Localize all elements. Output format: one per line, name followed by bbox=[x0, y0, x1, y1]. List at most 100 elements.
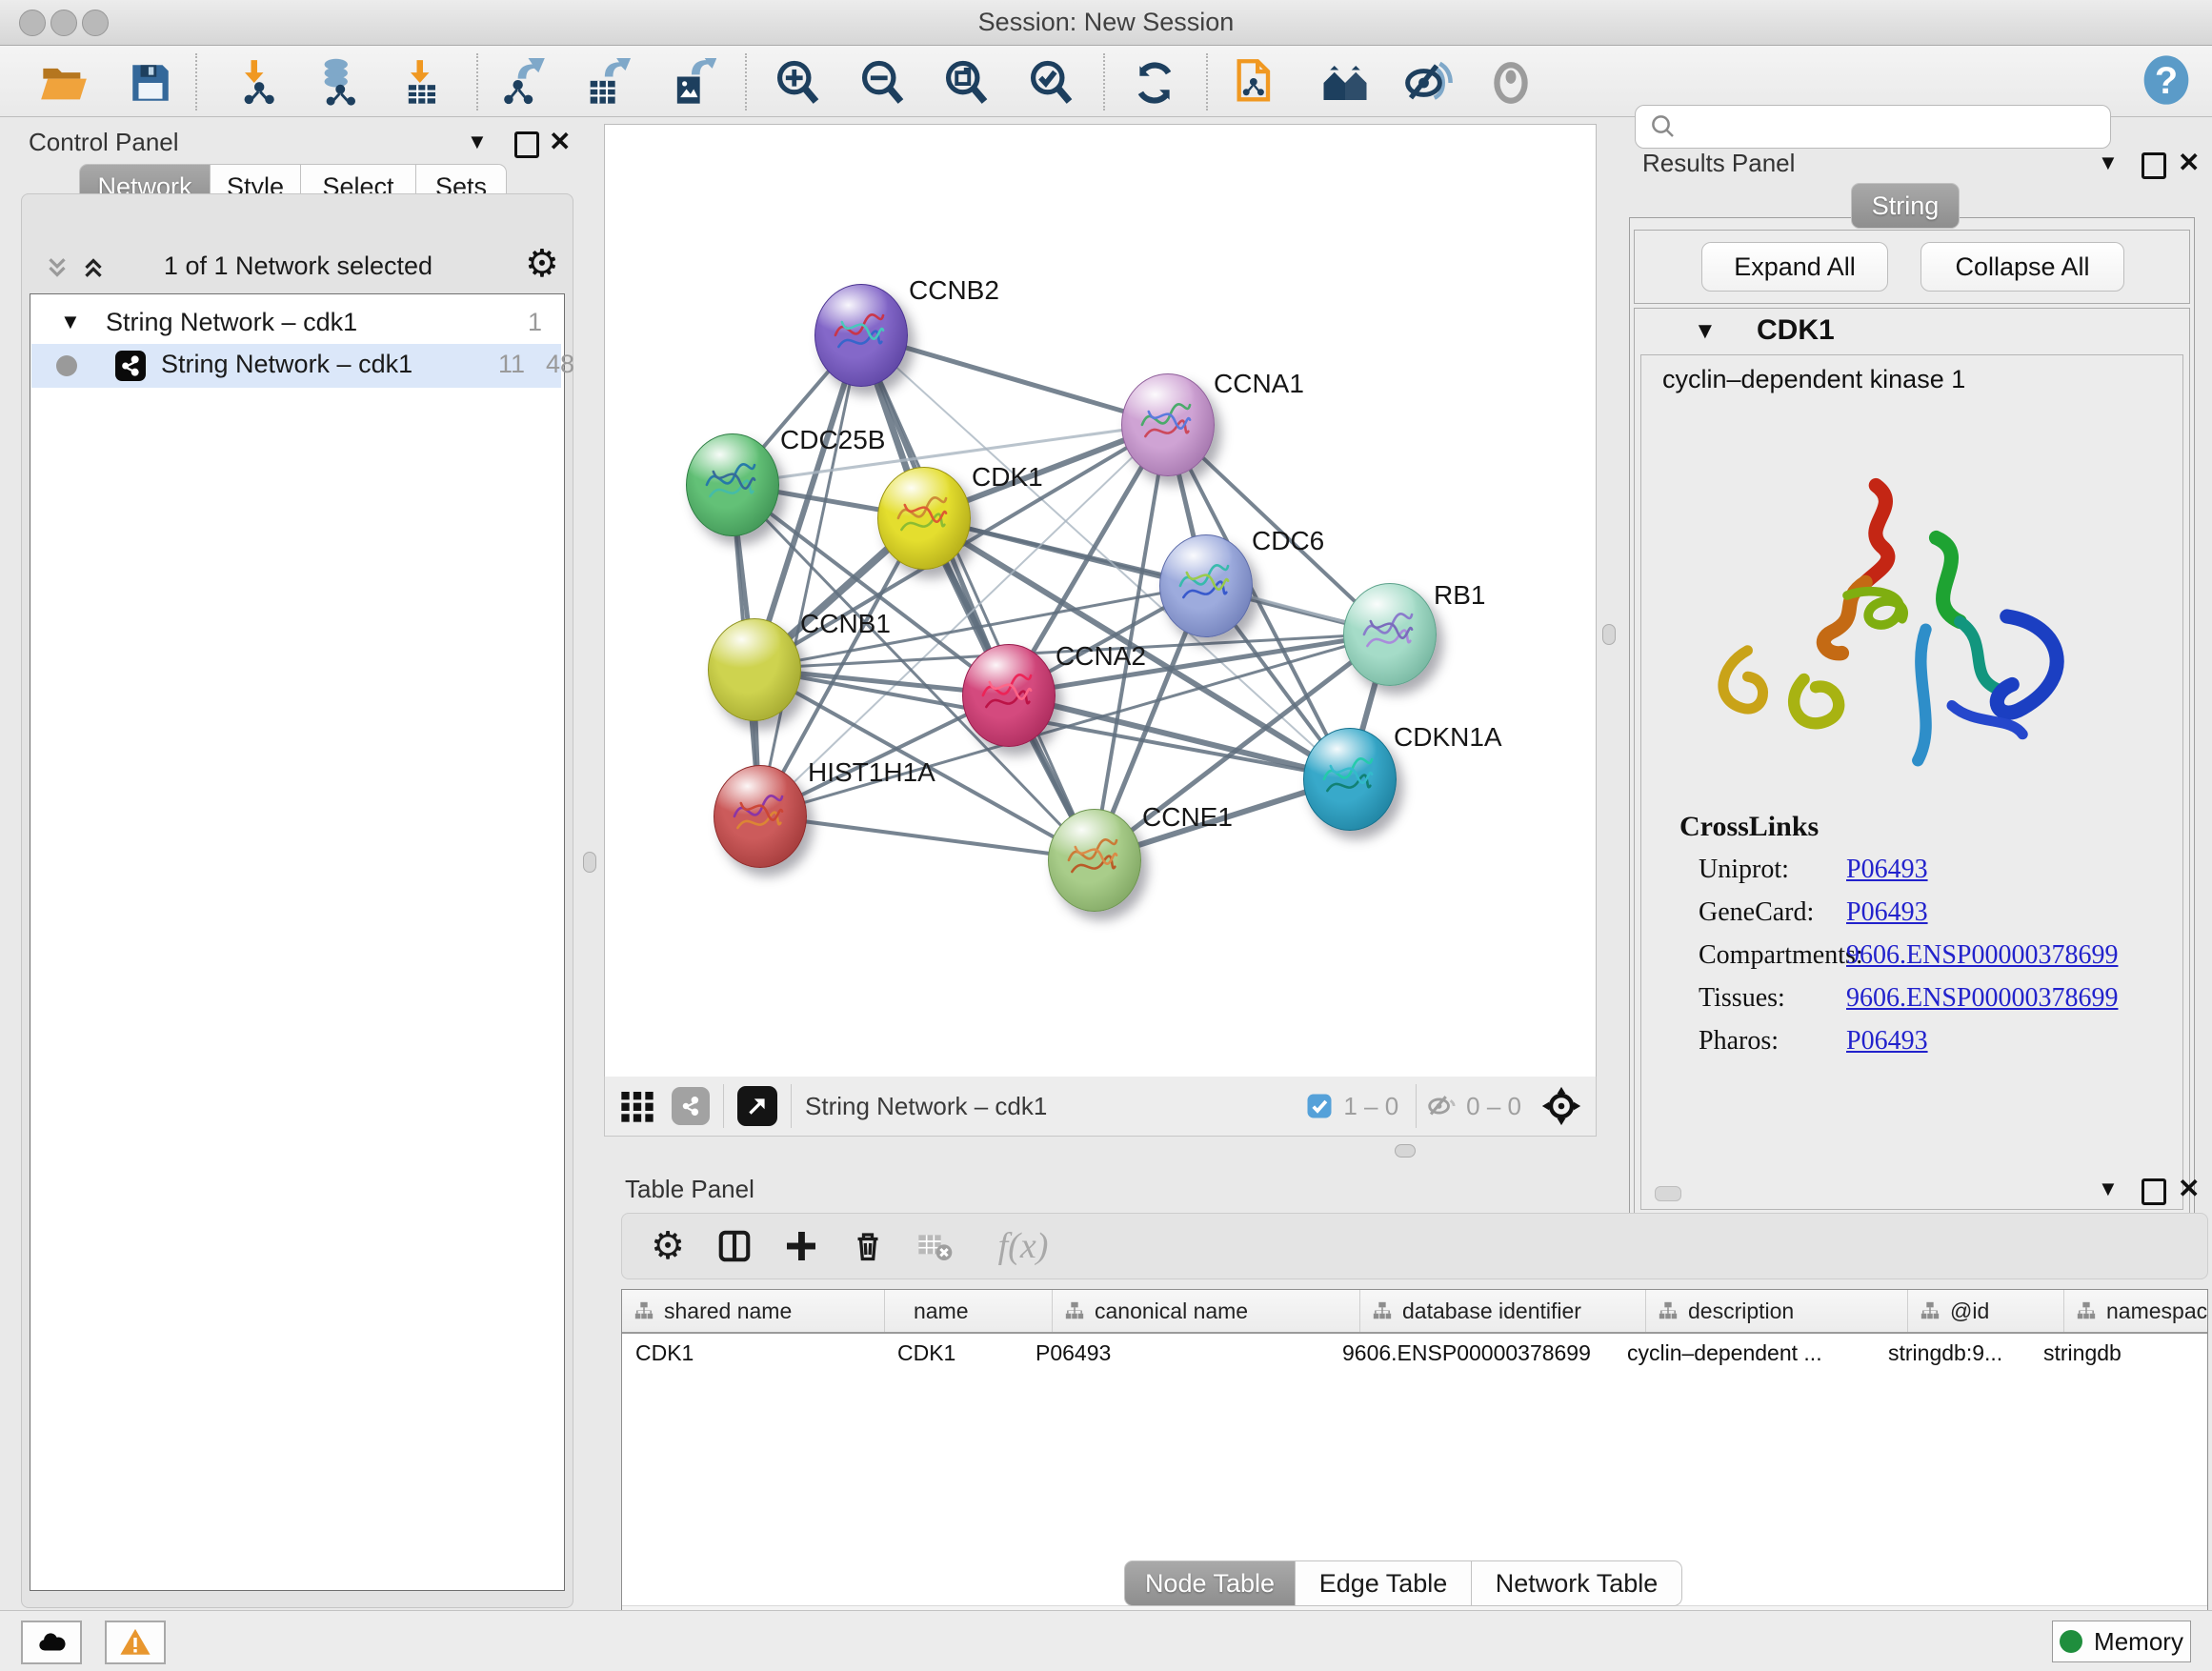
open-in-browser-icon[interactable] bbox=[1229, 56, 1282, 110]
control-panel-menu-icon[interactable]: ▼ bbox=[467, 130, 488, 154]
bottom-splitter-handle[interactable] bbox=[1395, 1144, 1416, 1158]
column-header-canonical-name[interactable]: canonical name bbox=[1053, 1290, 1360, 1332]
export-table-icon[interactable] bbox=[580, 56, 633, 110]
selected-checkbox-icon[interactable] bbox=[1305, 1092, 1334, 1120]
warning-button[interactable] bbox=[105, 1621, 166, 1664]
network-options-gear-icon[interactable]: ⚙ bbox=[525, 242, 559, 286]
string-view-icon[interactable] bbox=[672, 1087, 710, 1125]
table-cell[interactable]: CDK1 bbox=[884, 1334, 1022, 1372]
expand-all-icon[interactable] bbox=[79, 253, 108, 282]
tab-string[interactable]: String bbox=[1851, 183, 1960, 229]
entry-name: CDK1 bbox=[1757, 314, 1835, 347]
column-header-name[interactable]: name bbox=[885, 1290, 1053, 1332]
crosslink-value-link[interactable]: P06493 bbox=[1846, 855, 1928, 885]
network-edge[interactable] bbox=[759, 334, 860, 815]
zoom-out-icon[interactable] bbox=[855, 56, 909, 110]
crosslink-value-link[interactable]: 9606.ENSP00000378699 bbox=[1846, 940, 2118, 971]
home-icon[interactable] bbox=[1318, 56, 1372, 110]
network-collection-row[interactable]: ▼ String Network – cdk1 1 bbox=[31, 302, 561, 346]
network-node-ccnb1[interactable] bbox=[708, 618, 801, 721]
import-network-database-icon[interactable] bbox=[312, 56, 365, 110]
column-header-label: @id bbox=[1950, 1299, 1989, 1324]
column-header-description[interactable]: description bbox=[1646, 1290, 1908, 1332]
results-panel-close-icon[interactable]: ✕ bbox=[2178, 147, 2200, 178]
results-panel-float-icon[interactable] bbox=[2142, 152, 2166, 184]
table-panel-float-icon[interactable] bbox=[2142, 1178, 2166, 1210]
cdk1-entry: ▼ CDK1 cyclin–dependent kinase 1 bbox=[1634, 308, 2190, 1217]
collection-expander-icon[interactable]: ▼ bbox=[60, 310, 81, 334]
column-header--id[interactable]: @id bbox=[1908, 1290, 2064, 1332]
expand-all-button[interactable]: Expand All bbox=[1701, 242, 1888, 292]
network-edge[interactable] bbox=[759, 815, 1094, 859]
show-columns-icon[interactable] bbox=[714, 1225, 755, 1267]
open-session-icon[interactable] bbox=[37, 56, 90, 110]
network-node-hist1h1a[interactable] bbox=[714, 765, 807, 868]
table-cell[interactable]: 9606.ENSP00000378699 bbox=[1329, 1334, 1614, 1372]
expand-collapse-box: Expand All Collapse All bbox=[1634, 230, 2190, 304]
left-splitter-handle[interactable] bbox=[583, 852, 596, 873]
table-cell[interactable]: stringdb bbox=[2030, 1334, 2208, 1372]
refresh-icon[interactable] bbox=[1128, 56, 1181, 110]
network-canvas[interactable]: CCNB2CCNA1CDC25BCDK1CDC6RB1CCNB1CCNA2CDK… bbox=[604, 124, 1597, 1078]
network-node-cdk1[interactable] bbox=[877, 467, 971, 570]
column-header-namespace[interactable]: namespace bbox=[2064, 1290, 2208, 1332]
node-label-cdc6: CDC6 bbox=[1252, 526, 1324, 556]
collapse-all-button[interactable]: Collapse All bbox=[1920, 242, 2124, 292]
table-row[interactable]: CDK1CDK1P064939606.ENSP00000378699cyclin… bbox=[622, 1334, 2207, 1372]
delete-column-trash-icon[interactable] bbox=[847, 1225, 889, 1267]
zoom-fit-icon[interactable] bbox=[939, 56, 993, 110]
control-panel-float-icon[interactable] bbox=[514, 131, 539, 163]
collapse-all-icon[interactable] bbox=[43, 253, 71, 282]
tab-edge-table[interactable]: Edge Table bbox=[1296, 1560, 1472, 1606]
memory-button[interactable]: Memory bbox=[2052, 1621, 2191, 1662]
right-splitter-handle[interactable] bbox=[1602, 624, 1616, 645]
protein-ribbon-icon bbox=[1062, 829, 1123, 890]
table-options-gear-icon[interactable]: ⚙ bbox=[647, 1225, 689, 1267]
open-view-icon[interactable] bbox=[737, 1086, 777, 1126]
fit-content-crosshair-icon[interactable] bbox=[1540, 1085, 1582, 1127]
entry-expander-icon[interactable]: ▼ bbox=[1694, 318, 1717, 345]
tab-network-table[interactable]: Network Table bbox=[1472, 1560, 1682, 1606]
zoom-selected-icon[interactable] bbox=[1024, 56, 1077, 110]
network-node-ccna1[interactable] bbox=[1121, 373, 1215, 476]
import-table-file-icon[interactable] bbox=[396, 56, 450, 110]
column-header-database-identifier[interactable]: database identifier bbox=[1360, 1290, 1646, 1332]
tab-node-table[interactable]: Node Table bbox=[1124, 1560, 1296, 1606]
crosslink-value-link[interactable]: 9606.ENSP00000378699 bbox=[1846, 983, 2118, 1014]
table-cell[interactable]: P06493 bbox=[1022, 1334, 1329, 1372]
column-header-shared-name[interactable]: shared name bbox=[622, 1290, 885, 1332]
table-cell[interactable]: CDK1 bbox=[622, 1334, 884, 1372]
crosslink-value-link[interactable]: P06493 bbox=[1846, 897, 1928, 928]
network-node-rb1[interactable] bbox=[1343, 583, 1437, 686]
zoom-in-icon[interactable] bbox=[771, 56, 824, 110]
table-panel-close-icon[interactable]: ✕ bbox=[2178, 1173, 2200, 1204]
network-node-ccna2[interactable] bbox=[962, 644, 1056, 747]
export-network-icon[interactable] bbox=[495, 56, 549, 110]
results-panel-menu-icon[interactable]: ▼ bbox=[2098, 151, 2119, 175]
show-panel-eye-icon[interactable] bbox=[1484, 56, 1538, 110]
network-node-cdc25b[interactable] bbox=[686, 433, 779, 536]
hidden-eye-slash-icon[interactable] bbox=[1424, 1090, 1457, 1122]
table-panel-menu-icon[interactable]: ▼ bbox=[2098, 1177, 2119, 1201]
memory-label: Memory bbox=[2094, 1627, 2183, 1657]
add-column-icon[interactable] bbox=[780, 1225, 822, 1267]
table-cell[interactable]: cyclin–dependent ... bbox=[1614, 1334, 1875, 1372]
network-status-dot-icon bbox=[56, 355, 77, 376]
crosslinks-title: CrossLinks bbox=[1679, 811, 1819, 843]
network-node-cdkn1a[interactable] bbox=[1303, 728, 1397, 831]
network-row-selected[interactable]: String Network – cdk1 11 48 bbox=[31, 344, 561, 388]
network-node-ccne1[interactable] bbox=[1048, 809, 1141, 912]
control-panel-close-icon[interactable]: ✕ bbox=[549, 126, 571, 157]
crosslink-value-link[interactable]: P06493 bbox=[1846, 1026, 1928, 1057]
table-cell[interactable]: stringdb:9... bbox=[1875, 1334, 2030, 1372]
toolbar-separator bbox=[745, 53, 747, 111]
network-node-ccnb2[interactable] bbox=[814, 284, 908, 387]
export-image-icon[interactable] bbox=[665, 56, 718, 110]
birdseye-grid-icon[interactable] bbox=[618, 1087, 656, 1125]
network-node-cdc6[interactable] bbox=[1159, 534, 1253, 637]
import-network-file-icon[interactable] bbox=[231, 56, 284, 110]
help-icon[interactable]: ? bbox=[2140, 53, 2193, 107]
cloud-button[interactable] bbox=[21, 1621, 82, 1664]
hide-panel-eye-slash-icon[interactable] bbox=[1401, 56, 1455, 110]
save-session-icon[interactable] bbox=[124, 56, 177, 110]
